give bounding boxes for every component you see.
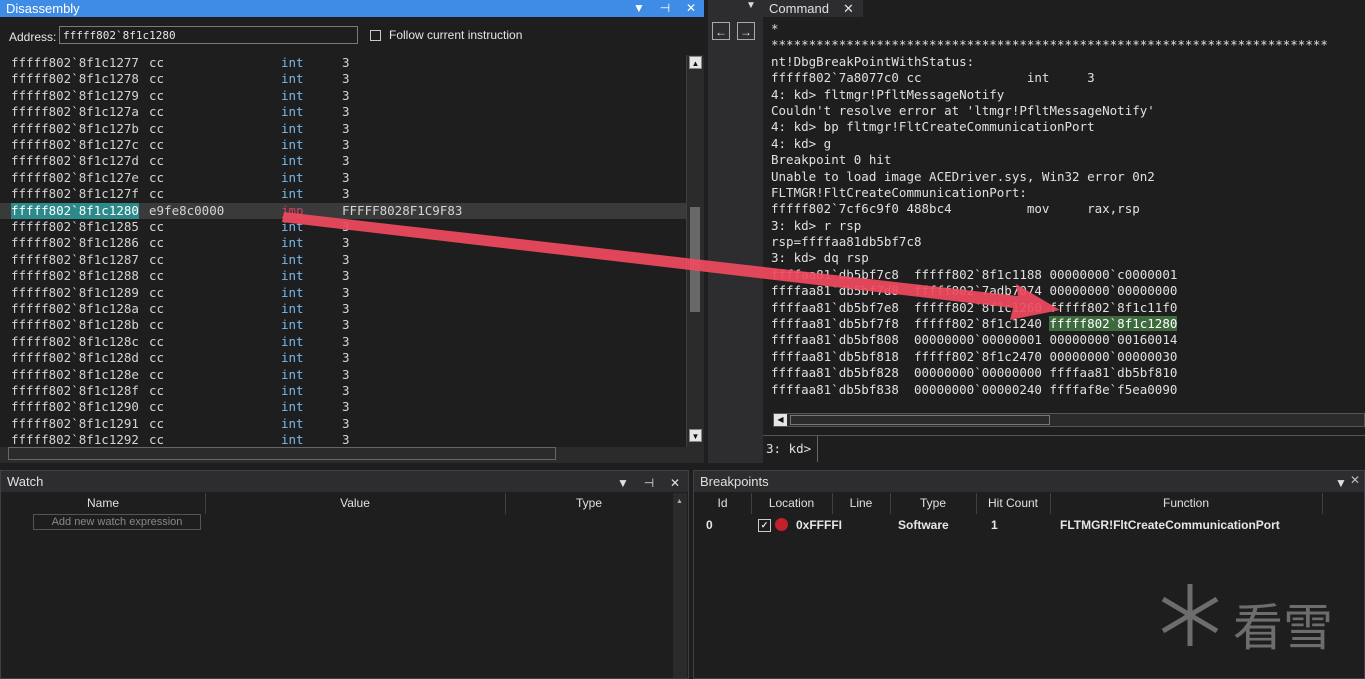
annotation-arrow — [282, 212, 1060, 320]
arrow-shape — [282, 212, 1060, 320]
